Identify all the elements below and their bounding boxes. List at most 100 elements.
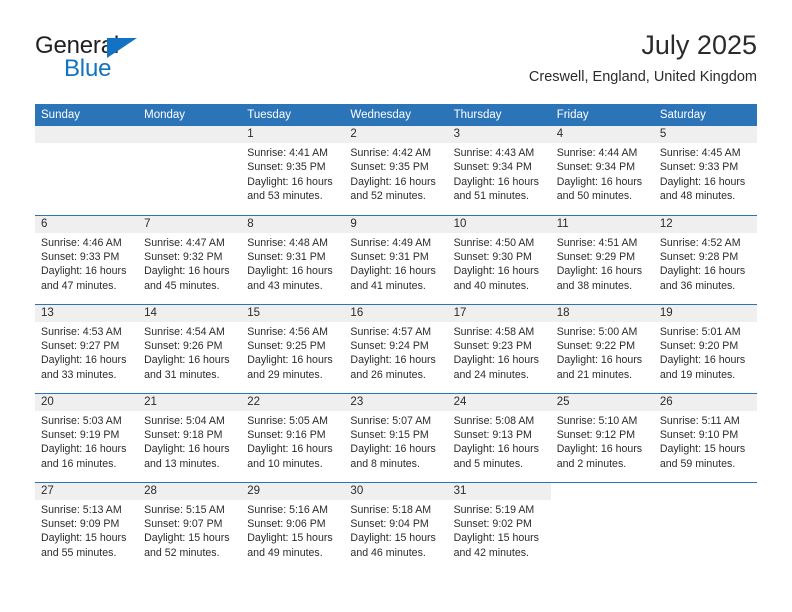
calendar-day-cell[interactable]: 10 Sunrise: 4:50 AM Sunset: 9:30 PM Dayligh… (447, 214, 551, 304)
daylight-text: Daylight: 16 hours (247, 175, 333, 188)
daylight-text: and 46 minutes. (350, 546, 426, 559)
day-details: Sunrise: 4:45 AM Sunset: 9:33 PM Daylight:… (654, 143, 757, 204)
calendar-day-cell[interactable]: 23 Sunrise: 5:07 AM Sunset: 9:15 PM Dayligh… (344, 392, 448, 482)
day-number: 21 (138, 393, 242, 411)
daylight-text: Daylight: 16 hours (659, 265, 746, 278)
calendar-day-cell[interactable]: 15 Sunrise: 4:56 AM Sunset: 9:25 PM Dayligh… (241, 303, 345, 393)
day-number: 23 (344, 393, 448, 411)
day-number: 13 (35, 304, 139, 322)
calendar-day-cell[interactable]: 6 Sunrise: 4:46 AM Sunset: 9:33 PM Daylight… (35, 214, 139, 304)
weekday-header-tuesday: Tuesday (241, 104, 345, 126)
sunset-text: Sunset: 9:27 PM (41, 339, 120, 352)
calendar-day-cell[interactable]: 27 Sunrise: 5:13 AM Sunset: 9:09 PM Dayligh… (35, 481, 139, 571)
sunrise-text: Sunrise: 5:18 AM (350, 503, 432, 516)
calendar-day-cell[interactable]: 14 Sunrise: 4:54 AM Sunset: 9:26 PM Dayligh… (138, 303, 242, 393)
day-number: 14 (138, 304, 242, 322)
sunrise-text: Sunrise: 4:58 AM (453, 325, 535, 338)
calendar-day-cell[interactable]: 11 Sunrise: 4:51 AM Sunset: 9:29 PM Dayligh… (550, 214, 654, 304)
daylight-text: Daylight: 16 hours (453, 443, 539, 456)
daylight-text: Daylight: 16 hours (247, 443, 333, 456)
day-number: 6 (35, 215, 139, 233)
calendar-day-cell[interactable]: 3 Sunrise: 4:43 AM Sunset: 9:34 PM Daylight… (447, 126, 551, 215)
page-header: General Blue July 2025 Creswell, England… (35, 28, 757, 98)
calendar-day-cell[interactable]: 28 Sunrise: 5:15 AM Sunset: 9:07 PM Dayligh… (138, 481, 242, 571)
sunrise-text: Sunrise: 5:16 AM (247, 503, 328, 516)
sunrise-sunset-calendar: Sunday Monday Tuesday Wednesday Thursday Frid… (35, 104, 757, 571)
calendar-day-cell[interactable]: 5 Sunrise: 4:45 AM Sunset: 9:33 PM Daylight… (653, 126, 757, 215)
daylight-text: and 52 minutes. (144, 546, 220, 559)
calendar-day-cell[interactable]: 22 Sunrise: 5:05 AM Sunset: 9:16 PM Dayligh… (241, 392, 345, 482)
calendar-day-cell[interactable]: 20 Sunrise: 5:03 AM Sunset: 9:19 PM Dayligh… (35, 392, 139, 482)
calendar-day-cell[interactable]: 30 Sunrise: 5:18 AM Sunset: 9:04 PM Dayligh… (344, 481, 448, 571)
calendar-day-cell[interactable]: 16 Sunrise: 4:57 AM Sunset: 9:24 PM Dayligh… (344, 303, 448, 393)
day-details: Sunrise: 5:07 AM Sunset: 9:15 PM Daylight:… (344, 411, 447, 472)
calendar-day-cell[interactable]: 31 Sunrise: 5:19 AM Sunset: 9:02 PM Dayligh… (447, 481, 551, 571)
daylight-text: and 31 minutes. (144, 368, 220, 381)
sunrise-text: Sunrise: 4:50 AM (453, 236, 535, 249)
day-details: Sunrise: 4:51 AM Sunset: 9:29 PM Daylight:… (551, 233, 654, 294)
general-blue-logo[interactable]: General Blue (35, 32, 235, 92)
sunrise-text: Sunrise: 5:15 AM (144, 503, 225, 516)
calendar-day-cell[interactable]: 12 Sunrise: 4:52 AM Sunset: 9:28 PM Dayligh… (653, 214, 757, 304)
day-details: Sunrise: 5:08 AM Sunset: 9:13 PM Daylight:… (448, 411, 551, 472)
day-details: Sunrise: 4:54 AM Sunset: 9:26 PM Daylight:… (138, 322, 241, 383)
day-details: Sunrise: 5:04 AM Sunset: 9:18 PM Daylight:… (138, 411, 241, 472)
sunrise-text: Sunrise: 5:01 AM (659, 325, 741, 338)
daylight-text: Daylight: 16 hours (41, 354, 127, 367)
calendar-day-cell[interactable]: 4 Sunrise: 4:44 AM Sunset: 9:34 PM Daylight… (550, 126, 654, 215)
day-details: Sunrise: 5:05 AM Sunset: 9:16 PM Daylight:… (241, 411, 344, 472)
day-details: Sunrise: 5:00 AM Sunset: 9:22 PM Daylight:… (551, 322, 654, 383)
calendar-week-row: 6 Sunrise: 4:46 AM Sunset: 9:33 PM Daylight… (35, 214, 757, 304)
day-number: 1 (241, 126, 345, 143)
sunset-text: Sunset: 9:29 PM (556, 250, 636, 263)
day-number: 28 (138, 482, 242, 500)
calendar-day-cell[interactable]: 1 Sunrise: 4:41 AM Sunset: 9:35 PM Daylight… (241, 126, 345, 215)
daylight-text: Daylight: 16 hours (144, 354, 230, 367)
day-details: Sunrise: 4:41 AM Sunset: 9:35 PM Daylight:… (241, 143, 344, 204)
daylight-text: and 47 minutes. (41, 279, 117, 292)
day-number: 18 (550, 304, 654, 322)
daylight-text: Daylight: 16 hours (41, 265, 127, 278)
calendar-empty-cell (550, 481, 654, 571)
calendar-day-cell[interactable]: 18 Sunrise: 5:00 AM Sunset: 9:22 PM Dayligh… (550, 303, 654, 393)
calendar-day-cell[interactable]: 7 Sunrise: 4:47 AM Sunset: 9:32 PM Daylight… (138, 214, 242, 304)
daylight-text: and 5 minutes. (453, 457, 524, 470)
daylight-text: Daylight: 16 hours (659, 175, 746, 188)
sunset-text: Sunset: 9:31 PM (247, 250, 326, 263)
calendar-day-cell[interactable]: 9 Sunrise: 4:49 AM Sunset: 9:31 PM Daylight… (344, 214, 448, 304)
day-number: 5 (653, 126, 757, 143)
location-subtitle: Creswell, England, United Kingdom (528, 69, 757, 85)
daylight-text: and 59 minutes. (659, 457, 736, 470)
calendar-day-cell[interactable]: 17 Sunrise: 4:58 AM Sunset: 9:23 PM Dayligh… (447, 303, 551, 393)
sunrise-text: Sunrise: 4:42 AM (350, 147, 432, 159)
daylight-text: and 24 minutes. (453, 368, 529, 381)
sunset-text: Sunset: 9:33 PM (659, 161, 739, 174)
calendar-day-cell[interactable]: 13 Sunrise: 4:53 AM Sunset: 9:27 PM Dayligh… (35, 303, 139, 393)
daylight-text: Daylight: 16 hours (350, 354, 436, 367)
calendar-day-cell[interactable]: 2 Sunrise: 4:42 AM Sunset: 9:35 PM Daylight… (344, 126, 448, 215)
daylight-text: and 42 minutes. (453, 546, 529, 559)
sunset-text: Sunset: 9:34 PM (453, 161, 532, 174)
sunset-text: Sunset: 9:07 PM (144, 517, 223, 530)
calendar-day-cell[interactable]: 25 Sunrise: 5:10 AM Sunset: 9:12 PM Dayligh… (550, 392, 654, 482)
day-details: Sunrise: 5:01 AM Sunset: 9:20 PM Daylight:… (654, 322, 757, 383)
day-number: 31 (447, 482, 551, 500)
day-number: 30 (344, 482, 448, 500)
day-number: 9 (344, 215, 448, 233)
sunset-text: Sunset: 9:13 PM (453, 428, 532, 441)
daylight-text: and 2 minutes. (556, 457, 627, 470)
calendar-day-cell[interactable]: 19 Sunrise: 5:01 AM Sunset: 9:20 PM Dayligh… (653, 303, 757, 393)
calendar-day-cell[interactable]: 8 Sunrise: 4:48 AM Sunset: 9:31 PM Daylight… (241, 214, 345, 304)
day-number (654, 483, 757, 500)
daylight-text: Daylight: 15 hours (350, 532, 436, 545)
day-number: 20 (35, 393, 139, 411)
day-details: Sunrise: 4:43 AM Sunset: 9:34 PM Daylight:… (448, 143, 551, 204)
day-number: 27 (35, 482, 139, 500)
calendar-day-cell[interactable]: 26 Sunrise: 5:11 AM Sunset: 9:10 PM Dayligh… (653, 392, 757, 482)
calendar-day-cell[interactable]: 21 Sunrise: 5:04 AM Sunset: 9:18 PM Dayligh… (138, 392, 242, 482)
sunrise-text: Sunrise: 4:47 AM (144, 236, 225, 249)
daylight-text: Daylight: 16 hours (453, 354, 539, 367)
calendar-day-cell[interactable]: 24 Sunrise: 5:08 AM Sunset: 9:13 PM Dayligh… (447, 392, 551, 482)
calendar-day-cell[interactable]: 29 Sunrise: 5:16 AM Sunset: 9:06 PM Dayligh… (241, 481, 345, 571)
day-details: Sunrise: 5:16 AM Sunset: 9:06 PM Daylight:… (241, 500, 344, 561)
